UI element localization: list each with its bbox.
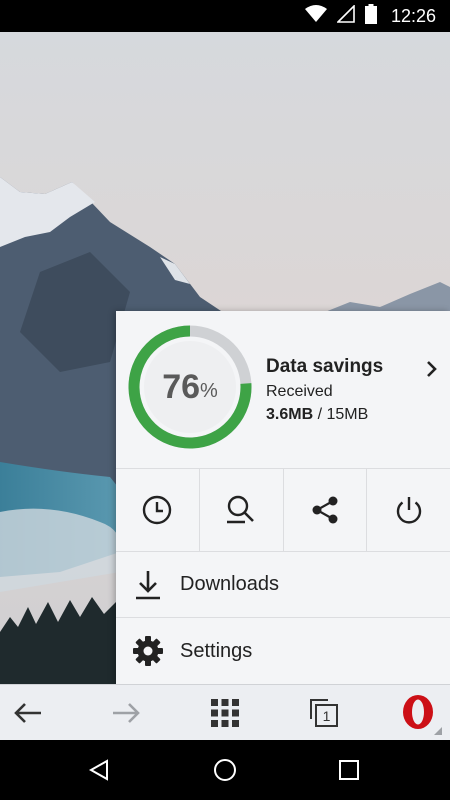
menu-item-downloads[interactable]: Downloads (116, 552, 450, 618)
data-savings-amount: 3.6MB / 15MB (266, 406, 368, 424)
find-in-page-icon (227, 495, 255, 524)
nav-back-icon (88, 759, 108, 781)
tabs-button[interactable]: 1 (296, 685, 352, 741)
status-time: 12:26 (390, 5, 436, 26)
browser-toolbar: 1 (0, 684, 450, 740)
nav-back-button[interactable] (69, 740, 129, 800)
data-savings-section[interactable]: 76 % Data savings Received 3.6MB / 15MB (116, 311, 450, 468)
data-savings-subtitle: Received (266, 383, 333, 400)
status-bar: 12:26 (0, 0, 450, 32)
power-exit-icon (396, 497, 421, 524)
share-icon (312, 496, 338, 524)
downloads-label: Downloads (180, 573, 279, 595)
menu-item-settings[interactable]: Settings (116, 618, 450, 684)
nav-recents-icon (339, 760, 359, 780)
nav-recents-button[interactable] (319, 740, 379, 800)
amount-separator: / (313, 406, 327, 423)
gauge-label: 76 % (126, 323, 254, 451)
speed-dial-grid-icon (211, 699, 239, 727)
data-savings-title: Data savings (266, 356, 384, 377)
savings-percent-symbol: % (200, 379, 218, 402)
opera-menu-panel: 76 % Data savings Received 3.6MB / 15MB (116, 311, 450, 684)
find-in-page-button[interactable] (200, 469, 284, 551)
quick-actions-row (116, 468, 450, 552)
gear-icon (133, 636, 163, 666)
settings-label: Settings (180, 639, 253, 662)
exit-button[interactable] (367, 469, 450, 551)
wifi-icon (304, 4, 327, 28)
back-arrow-icon (14, 703, 41, 723)
received-amount: 3.6MB (266, 406, 314, 423)
tabs-icon: 1 (310, 699, 338, 727)
nav-home-button[interactable] (195, 740, 255, 800)
tab-count: 1 (323, 708, 331, 724)
nav-home-icon (214, 759, 236, 781)
savings-percent-number: 76 (162, 367, 201, 406)
back-button[interactable] (0, 685, 56, 741)
forward-button[interactable] (98, 685, 154, 741)
chevron-right-icon[interactable] (424, 359, 440, 379)
history-button[interactable] (116, 469, 200, 551)
signal-icon (336, 3, 355, 28)
opera-menu-icon (403, 695, 442, 735)
battery-icon (364, 3, 377, 29)
system-navigation-bar (0, 740, 450, 800)
history-clock-icon (143, 495, 172, 525)
forward-arrow-icon (113, 703, 140, 723)
download-icon (136, 570, 160, 599)
share-button[interactable] (284, 469, 368, 551)
total-amount: 15MB (326, 406, 369, 423)
opera-menu-button[interactable] (392, 685, 448, 741)
speed-dial-button[interactable] (197, 685, 253, 741)
